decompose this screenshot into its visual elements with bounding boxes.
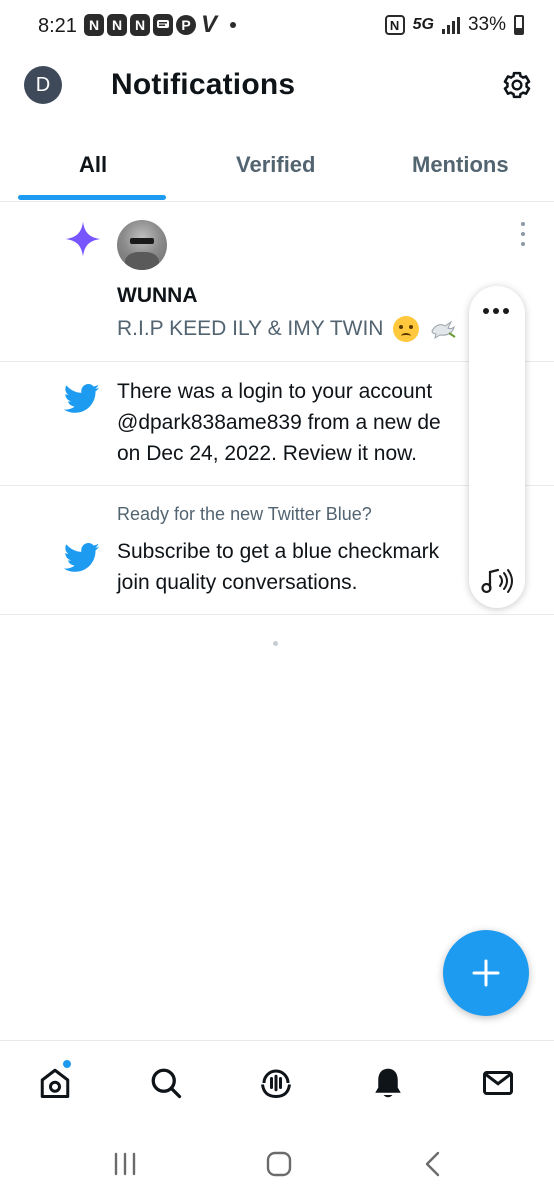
news-app-icon: N <box>107 14 127 36</box>
more-notifications-dot <box>230 22 236 28</box>
compose-tweet-button[interactable] <box>443 930 529 1016</box>
signal-icon <box>441 16 460 34</box>
status-system-icons: N 5G 33% <box>384 14 524 36</box>
venmo-icon: V <box>200 11 217 38</box>
sparkle-icon <box>65 221 101 257</box>
notification-badge <box>62 1059 72 1069</box>
bottom-navigation <box>0 1040 554 1126</box>
notification-line: @dpark838ame839 from a new de <box>117 411 441 434</box>
mail-icon <box>483 1071 513 1095</box>
dove-emoji <box>431 320 456 340</box>
notification-line: Subscribe to get a blue checkmark <box>117 540 440 563</box>
page-title: Notifications <box>111 68 296 101</box>
news-app-icon: N <box>84 14 104 36</box>
status-notification-icons: N N N P V <box>84 11 236 38</box>
nav-messages[interactable] <box>480 1065 516 1101</box>
notification-text: R.I.P KEED ILY & IMY TWIN <box>117 313 457 344</box>
nav-home[interactable] <box>37 1065 73 1101</box>
crying-face-emoji <box>393 316 420 343</box>
notification-text: Subscribe to get a blue checkmark join q… <box>117 536 439 598</box>
tab-bar: All Verified Mentions <box>0 130 554 202</box>
notification-line: on Dec 24, 2022. Review it now. <box>117 442 418 465</box>
back-icon[interactable] <box>418 1150 448 1178</box>
network-type: 5G <box>412 16 434 33</box>
plus-icon <box>472 959 500 987</box>
notification-line: join quality conversations. <box>117 571 358 594</box>
status-bar: 8:21 N N N P V N 5G 33% <box>0 0 554 52</box>
tab-all[interactable]: All <box>79 152 107 178</box>
user-avatar[interactable] <box>117 220 167 270</box>
notification-subtitle: Ready for the new Twitter Blue? <box>117 504 372 524</box>
message-app-icon <box>153 14 173 36</box>
system-navigation-bar <box>0 1126 554 1200</box>
nav-search[interactable] <box>148 1065 184 1101</box>
bell-icon <box>375 1068 401 1098</box>
profile-avatar[interactable]: D <box>24 66 62 104</box>
media-side-panel[interactable] <box>469 286 525 608</box>
pinterest-icon: P <box>176 15 196 35</box>
battery-percent: 33% <box>467 14 506 35</box>
news-app-icon: N <box>130 14 150 36</box>
nav-spaces[interactable] <box>258 1065 294 1101</box>
music-sound-icon[interactable] <box>478 566 516 596</box>
battery-icon <box>514 15 524 35</box>
more-horizontal-icon[interactable] <box>483 308 509 314</box>
home-icon <box>40 1068 70 1098</box>
tweet-text: R.I.P KEED ILY & IMY TWIN <box>117 317 384 340</box>
recent-apps-icon[interactable] <box>110 1150 140 1178</box>
home-system-icon[interactable] <box>264 1150 294 1178</box>
tab-mentions[interactable]: Mentions <box>412 152 509 178</box>
nfc-icon: N <box>384 15 405 35</box>
app-header: D Notifications <box>0 52 554 124</box>
loading-indicator <box>273 641 278 646</box>
twitter-bird-icon <box>64 543 100 572</box>
tab-verified[interactable]: Verified <box>236 152 315 178</box>
spaces-icon <box>261 1069 291 1099</box>
notification-username[interactable]: WUNNA <box>117 284 197 308</box>
nav-notifications[interactable] <box>370 1065 406 1101</box>
gear-icon <box>503 71 531 99</box>
more-options-icon[interactable] <box>516 222 530 246</box>
status-time: 8:21 <box>38 15 77 37</box>
search-icon <box>151 1068 182 1099</box>
notification-text: There was a login to your account @dpark… <box>117 376 441 469</box>
notification-line: There was a login to your account <box>117 380 433 403</box>
active-tab-indicator <box>18 195 166 200</box>
settings-button[interactable] <box>498 66 536 104</box>
twitter-bird-icon <box>64 384 100 413</box>
